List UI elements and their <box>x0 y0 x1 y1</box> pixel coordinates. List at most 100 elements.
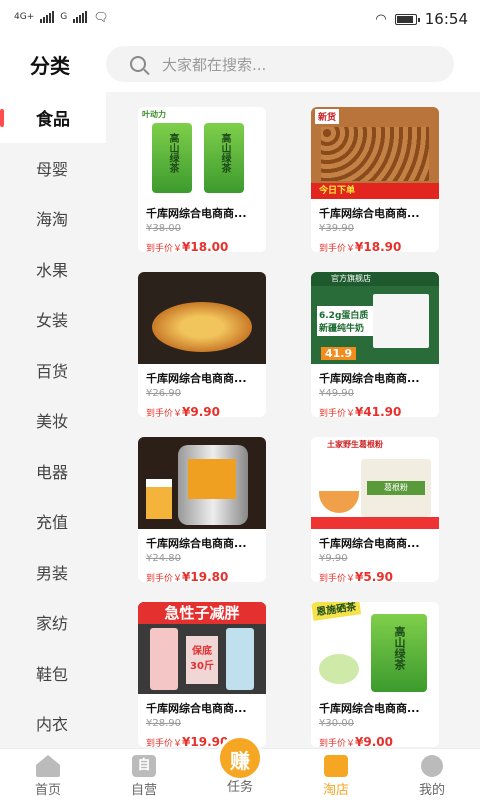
product-name: 千库网综合电商商... <box>319 702 420 715</box>
product-grid: 叶动力 高山绿茶 高山绿茶 千库网综合电商商... ¥38.00 到手价￥¥18… <box>106 92 480 748</box>
beer-glass <box>146 479 172 519</box>
search-input[interactable]: 大家都在搜索... <box>106 46 454 82</box>
sidebar-item-label: 女装 <box>36 311 69 331</box>
tab-taobao-store[interactable]: 淘店 <box>288 749 384 800</box>
product-card[interactable]: 千库网综合电商商... ¥26.90 到手价￥¥9.90 <box>138 272 266 417</box>
message-icon: 🗨 <box>93 10 109 24</box>
earn-icon: 赚 <box>217 735 263 781</box>
product-card[interactable]: 急性子减胖 保底30斤 千库网综合电商商... ¥28.90 到手价￥¥19.9… <box>138 602 266 747</box>
network-type-2: G <box>60 12 68 22</box>
clock: 16:54 <box>424 10 468 28</box>
tea-bag: 高山绿茶 <box>152 123 192 193</box>
tea-bag: 高山绿茶 <box>371 614 427 692</box>
product-card[interactable]: 新货 今日下单 千库网综合电商商... ¥39.90 到手价￥¥18.90 <box>311 107 439 252</box>
tab-label: 淘店 <box>322 783 349 798</box>
thumb-price: 41.9 <box>321 347 357 360</box>
sidebar-item-label: 鞋包 <box>36 664 69 684</box>
sidebar-item-general-goods[interactable]: 百货 <box>0 345 106 396</box>
brand-logo: 叶动力 <box>142 110 166 119</box>
deal-price: ¥9.90 <box>182 405 220 417</box>
self-operated-icon: 自 <box>132 755 156 777</box>
deal-price: ¥18.90 <box>355 240 402 252</box>
status-right: ◠ 16:54 <box>375 10 468 28</box>
product-name: 千库网综合电商商... <box>146 207 247 220</box>
sidebar-item-fruit[interactable]: 水果 <box>0 244 106 295</box>
nuts-pile <box>321 127 429 181</box>
thumb-headline: 土家野生葛根粉 <box>327 440 383 449</box>
sidebar-item-underwear[interactable]: 内衣 <box>0 698 106 749</box>
tab-profile[interactable]: 我的 <box>384 749 480 800</box>
deal-price-row: 到手价￥¥19.80 <box>138 566 266 582</box>
bag-text: 高山绿茶 <box>393 626 406 670</box>
diet-pack <box>150 628 178 690</box>
sidebar-item-label: 水果 <box>36 260 69 280</box>
sidebar-item-label: 母婴 <box>36 159 69 179</box>
product-image: 官方旗舰店 6.2g蛋白质 新疆纯牛奶 41.9 <box>311 272 439 364</box>
profile-icon <box>421 755 443 777</box>
wifi-icon: ◠ <box>375 11 387 27</box>
original-price: ¥30.00 <box>319 718 354 729</box>
deal-label: 到手价￥ <box>319 574 356 582</box>
sidebar-item-baby[interactable]: 母婴 <box>0 143 106 194</box>
original-price: ¥26.90 <box>146 388 181 399</box>
sidebar-item-label: 家纺 <box>36 614 69 634</box>
status-bar: 4G+ G 🗨 ◠ 16:54 <box>0 0 480 40</box>
sidebar-item-electronics[interactable]: 电器 <box>0 446 106 497</box>
product-image: 新货 今日下单 <box>311 107 439 199</box>
product-card[interactable]: 叶动力 高山绿茶 高山绿茶 千库网综合电商商... ¥38.00 到手价￥¥18… <box>138 107 266 252</box>
signal-area: 4G+ G 🗨 <box>14 10 108 24</box>
signal-icon <box>40 11 55 23</box>
diet-pack <box>226 628 254 690</box>
deal-price: ¥18.00 <box>182 240 229 252</box>
deal-label: 到手价￥ <box>319 739 356 747</box>
sidebar-item-overseas[interactable]: 海淘 <box>0 193 106 244</box>
deal-price-row: 到手价￥¥41.90 <box>311 401 439 417</box>
deal-price-row: 到手价￥¥9.90 <box>138 401 266 417</box>
sidebar-item-label: 海淘 <box>36 210 69 230</box>
bag-text: 高山绿茶 <box>219 133 230 173</box>
jar-label: 葛根粉 <box>367 481 425 495</box>
deal-label: 到手价￥ <box>146 574 183 582</box>
sidebar-item-recharge[interactable]: 充值 <box>0 496 106 547</box>
guarantee-tag: 保底30斤 <box>186 636 218 684</box>
original-price: ¥9.90 <box>319 553 348 564</box>
sidebar-item-beauty[interactable]: 美妆 <box>0 395 106 446</box>
deal-label: 到手价￥ <box>146 409 183 417</box>
deal-price: ¥19.80 <box>182 570 229 582</box>
original-price: ¥24.80 <box>146 553 181 564</box>
product-name: 千库网综合电商商... <box>146 372 247 385</box>
noodle-bowl <box>152 302 252 352</box>
deal-price-row: 到手价￥¥5.90 <box>311 566 439 582</box>
promo-band: 今日下单 <box>311 183 439 199</box>
home-icon <box>36 755 60 777</box>
sidebar-item-home-textiles[interactable]: 家纺 <box>0 597 106 648</box>
deal-label: 到手价￥ <box>146 739 183 747</box>
sidebar-item-label: 内衣 <box>36 715 69 735</box>
sidebar-item-mens-clothing[interactable]: 男装 <box>0 547 106 598</box>
product-card[interactable]: 官方旗舰店 6.2g蛋白质 新疆纯牛奶 41.9 千库网综合电商商... ¥49… <box>311 272 439 417</box>
tea-cup <box>319 654 359 684</box>
keg-label <box>188 459 236 499</box>
deal-label: 到手价￥ <box>146 244 183 252</box>
category-sidebar: 食品 母婴 海淘 水果 女装 百货 美妆 电器 充值 男装 家纺 鞋包 内衣 <box>0 92 106 748</box>
search-placeholder: 大家都在搜索... <box>162 55 267 74</box>
sidebar-item-food[interactable]: 食品 <box>0 92 106 143</box>
deal-label: 到手价￥ <box>319 244 356 252</box>
milk-promo-text: 6.2g蛋白质 新疆纯牛奶 <box>317 306 375 336</box>
tea-bag: 高山绿茶 <box>204 123 244 193</box>
signal-icon-2 <box>73 11 88 23</box>
tab-self-operated[interactable]: 自 自营 <box>96 749 192 800</box>
bottom-tab-bar: 首页 自 自营 赚 任务 淘店 我的 <box>0 735 480 800</box>
original-price: ¥49.90 <box>319 388 354 399</box>
deal-price: ¥9.00 <box>355 735 393 747</box>
tab-tasks[interactable]: 赚 任务 <box>192 735 288 800</box>
tab-label: 任务 <box>226 780 253 795</box>
sidebar-item-shoes-bags[interactable]: 鞋包 <box>0 648 106 699</box>
product-card[interactable]: 千库网综合电商商... ¥24.80 到手价￥¥19.80 <box>138 437 266 582</box>
tab-home[interactable]: 首页 <box>0 749 96 800</box>
sidebar-item-womens-clothing[interactable]: 女装 <box>0 294 106 345</box>
product-card[interactable]: 土家野生葛根粉 葛根粉 千库网综合电商商... ¥9.90 到手价￥¥5.90 <box>311 437 439 582</box>
thumb-headline: 急性子减胖 <box>138 602 266 624</box>
product-card[interactable]: 高山绿茶 恩施硒茶 千库网综合电商商... ¥30.00 到手价￥¥9.00 <box>311 602 439 747</box>
deal-price-row: 到手价￥¥18.90 <box>311 236 439 252</box>
